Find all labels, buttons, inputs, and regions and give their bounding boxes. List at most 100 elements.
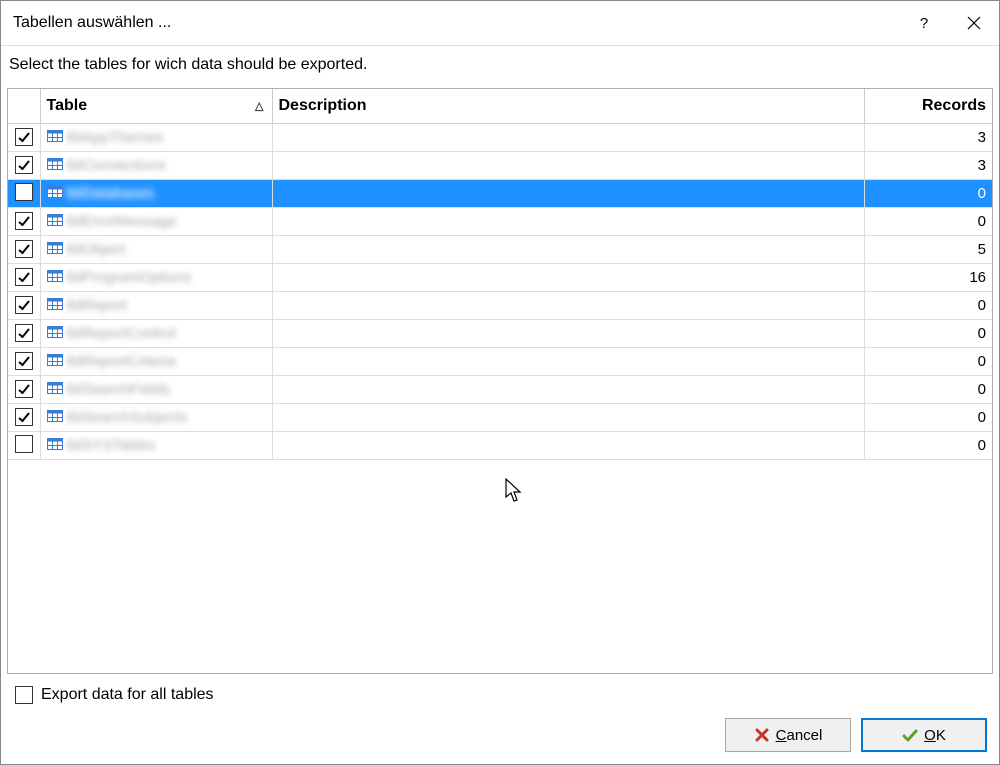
row-checkbox-cell[interactable]: [8, 124, 40, 152]
row-checkbox-cell[interactable]: [8, 292, 40, 320]
row-table-name-cell[interactable]: tblAppThemes: [40, 124, 272, 152]
row-table-name-cell[interactable]: tblErrorMessage: [40, 208, 272, 236]
row-description-cell[interactable]: [272, 208, 864, 236]
table-row[interactable]: tblObject5: [8, 236, 992, 264]
row-table-name: tblConnections: [67, 157, 166, 174]
row-table-name: tblSearchFields: [67, 381, 170, 398]
help-button[interactable]: ?: [899, 1, 949, 45]
row-checkbox-cell[interactable]: [8, 180, 40, 208]
table-row[interactable]: tblReportCriteria0: [8, 348, 992, 376]
table-row[interactable]: tblSearchFields0: [8, 376, 992, 404]
row-checkbox[interactable]: [15, 324, 33, 342]
row-checkbox[interactable]: [15, 212, 33, 230]
row-checkbox-cell[interactable]: [8, 236, 40, 264]
column-header-description[interactable]: Description: [272, 89, 864, 124]
table-icon: [47, 185, 63, 202]
row-checkbox[interactable]: [15, 183, 33, 201]
row-checkbox-cell[interactable]: [8, 264, 40, 292]
row-table-name: tblReportControl: [67, 325, 176, 342]
row-checkbox[interactable]: [15, 380, 33, 398]
row-table-name: tblReport: [67, 297, 128, 314]
export-all-checkbox[interactable]: [15, 686, 33, 704]
row-checkbox[interactable]: [15, 352, 33, 370]
row-description-cell[interactable]: [272, 376, 864, 404]
row-checkbox[interactable]: [15, 408, 33, 426]
row-table-name-cell[interactable]: tblProgramOptions: [40, 264, 272, 292]
row-checkbox[interactable]: [15, 268, 33, 286]
button-row: Cancel OK: [13, 718, 987, 752]
row-table-name: tblReportCriteria: [67, 353, 176, 370]
table-row[interactable]: tblSYSTables0: [8, 432, 992, 460]
row-table-name-cell[interactable]: tblConnections: [40, 152, 272, 180]
row-description-cell[interactable]: [272, 292, 864, 320]
row-checkbox-cell[interactable]: [8, 376, 40, 404]
row-checkbox-cell[interactable]: [8, 320, 40, 348]
row-checkbox[interactable]: [15, 240, 33, 258]
row-table-name: tblProgramOptions: [67, 269, 192, 286]
row-checkbox[interactable]: [15, 156, 33, 174]
ok-mnemonic: O: [924, 727, 936, 744]
row-table-name-cell[interactable]: tblSearchSubjects: [40, 404, 272, 432]
close-button[interactable]: [949, 1, 999, 45]
table-row[interactable]: tblProgramOptions16: [8, 264, 992, 292]
row-checkbox-cell[interactable]: [8, 152, 40, 180]
table-row[interactable]: tblReport0: [8, 292, 992, 320]
row-table-name-cell[interactable]: tblSearchFields: [40, 376, 272, 404]
row-description-cell[interactable]: [272, 152, 864, 180]
column-header-records[interactable]: Records: [864, 89, 992, 124]
help-icon: ?: [920, 15, 928, 32]
row-checkbox-cell[interactable]: [8, 404, 40, 432]
row-records-cell: 0: [864, 404, 992, 432]
row-description-cell[interactable]: [272, 320, 864, 348]
row-checkbox[interactable]: [15, 128, 33, 146]
row-table-name-cell[interactable]: tblReportControl: [40, 320, 272, 348]
table-icon: [47, 381, 63, 398]
row-description-cell[interactable]: [272, 264, 864, 292]
column-header-checkbox[interactable]: [8, 89, 40, 124]
table-icon: [47, 325, 63, 342]
row-table-name: tblDatabases: [67, 185, 155, 202]
table-row[interactable]: tblConnections3: [8, 152, 992, 180]
row-table-name: tblSYSTables: [67, 437, 156, 454]
row-description-cell[interactable]: [272, 404, 864, 432]
table-icon: [47, 157, 63, 174]
row-checkbox-cell[interactable]: [8, 432, 40, 460]
column-header-table[interactable]: Table △: [40, 89, 272, 124]
row-table-name-cell[interactable]: tblDatabases: [40, 180, 272, 208]
row-checkbox[interactable]: [15, 296, 33, 314]
row-description-cell[interactable]: [272, 432, 864, 460]
cancel-mnemonic: C: [776, 727, 787, 744]
table-icon: [47, 437, 63, 454]
ok-icon: [902, 727, 918, 743]
titlebar: Tabellen auswählen ... ?: [1, 1, 999, 46]
row-table-name-cell[interactable]: tblSYSTables: [40, 432, 272, 460]
table-icon: [47, 409, 63, 426]
table-row[interactable]: tblSearchSubjects 0: [8, 404, 992, 432]
row-description-cell[interactable]: [272, 348, 864, 376]
row-checkbox-cell[interactable]: [8, 348, 40, 376]
sort-ascending-icon: △: [255, 100, 263, 113]
table-row[interactable]: tblReportControl0: [8, 320, 992, 348]
row-checkbox[interactable]: [15, 435, 33, 453]
instruction-text: Select the tables for wich data should b…: [1, 46, 999, 88]
row-description-cell[interactable]: [272, 236, 864, 264]
row-records-cell: 0: [864, 180, 992, 208]
ok-button[interactable]: OK: [861, 718, 987, 752]
row-records-cell: 0: [864, 208, 992, 236]
table-icon: [47, 269, 63, 286]
row-table-name: tblSearchSubjects: [67, 409, 188, 426]
cancel-icon: [754, 727, 770, 743]
row-table-name-cell[interactable]: tblObject: [40, 236, 272, 264]
cancel-button[interactable]: Cancel: [725, 718, 851, 752]
row-description-cell[interactable]: [272, 180, 864, 208]
row-description-cell[interactable]: [272, 124, 864, 152]
table-row[interactable]: tblErrorMessage 0: [8, 208, 992, 236]
close-icon: [967, 16, 981, 30]
select-tables-dialog: Tabellen auswählen ... ? Select the tabl…: [0, 0, 1000, 765]
row-table-name-cell[interactable]: tblReportCriteria: [40, 348, 272, 376]
table-row[interactable]: tblDatabases 0: [8, 180, 992, 208]
table-row[interactable]: tblAppThemes3: [8, 124, 992, 152]
tables-grid[interactable]: Table △ Description Records tblAppThemes…: [7, 88, 993, 674]
row-checkbox-cell[interactable]: [8, 208, 40, 236]
row-table-name-cell[interactable]: tblReport: [40, 292, 272, 320]
